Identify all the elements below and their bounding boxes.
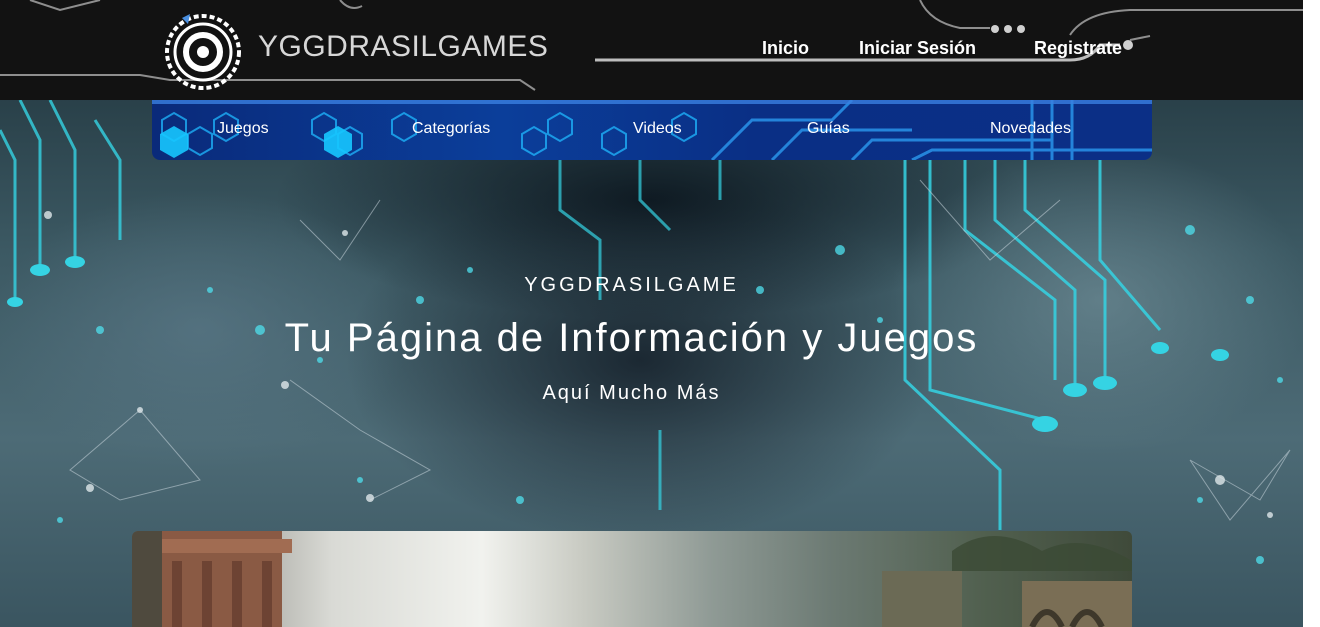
top-navigation: Inicio Iniciar Sesión Registrate xyxy=(0,38,1303,62)
nav-iniciar-sesion-link[interactable]: Iniciar Sesión xyxy=(859,38,976,59)
featured-image-banner[interactable] xyxy=(132,531,1132,627)
nav-registrate-link[interactable]: Registrate xyxy=(1034,38,1122,59)
category-nav: Juegos Categorías Videos Guías Novedades xyxy=(152,100,1152,160)
page: YGGDRASILGAMES Inicio Iniciar Sesión Reg… xyxy=(0,0,1303,627)
subnav-videos[interactable]: Videos xyxy=(633,120,682,138)
nav-inicio-link[interactable]: Inicio xyxy=(762,38,809,59)
subnav-novedades[interactable]: Novedades xyxy=(990,120,1071,138)
hero-kicker: YGGDRASILGAME xyxy=(524,274,739,296)
subnav-categorias[interactable]: Categorías xyxy=(412,120,490,138)
subnav-guias[interactable]: Guías xyxy=(807,120,850,138)
hero-title: Tu Página de Información y Juegos xyxy=(284,316,979,360)
site-header: YGGDRASILGAMES Inicio Iniciar Sesión Reg… xyxy=(0,0,1303,100)
subnav-juegos[interactable]: Juegos xyxy=(217,120,269,138)
ruins-landscape-image xyxy=(132,531,1132,627)
hero-subtitle: Aquí Mucho Más xyxy=(542,382,721,404)
